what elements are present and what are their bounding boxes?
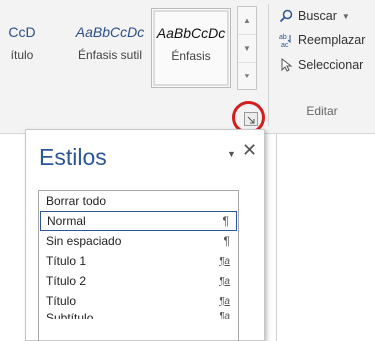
- linked-style-icon: ¶a: [219, 275, 230, 287]
- list-item[interactable]: Sin espaciado ¶: [39, 231, 238, 251]
- group-separator: [268, 4, 269, 126]
- pane-options-icon[interactable]: ▼: [227, 149, 236, 159]
- replace-icon: ab ac: [278, 32, 294, 48]
- style-label: Subtítulo: [46, 311, 94, 319]
- svg-text:ab: ab: [279, 34, 287, 41]
- list-item[interactable]: Subtítulo ¶a: [39, 311, 238, 319]
- select-button[interactable]: Seleccionar: [278, 55, 363, 75]
- linked-style-icon: ¶a: [219, 255, 230, 267]
- page-edge: [276, 134, 277, 341]
- style-sample: AaBbCcDc: [156, 25, 226, 41]
- close-icon[interactable]: ✕: [242, 140, 257, 161]
- replace-label: Reemplazar: [298, 33, 366, 47]
- search-button[interactable]: Buscar ▼: [278, 6, 350, 26]
- paragraph-icon: ¶: [222, 214, 229, 228]
- cursor-icon: [278, 57, 294, 73]
- editing-group-label: Editar: [306, 104, 338, 118]
- select-label: Seleccionar: [298, 58, 364, 72]
- styles-gallery: CcD ítulo AaBbCcDc Énfasis sutil AaBbCcD…: [0, 0, 262, 100]
- style-sample: CcD: [8, 24, 36, 40]
- styles-list: Borrar todo Normal ¶ Sin espaciado ¶ Tít…: [38, 190, 239, 341]
- styles-pane: Estilos ▼ ✕ Borrar todo Normal ¶ Sin esp…: [25, 129, 265, 341]
- style-label: Título 2: [46, 274, 87, 288]
- style-name: Énfasis sutil: [77, 48, 143, 62]
- style-tile-enfasis[interactable]: AaBbCcDc Énfasis: [151, 8, 231, 88]
- style-tile-titulo[interactable]: CcD ítulo: [0, 22, 56, 84]
- list-item[interactable]: Título 1 ¶a: [39, 251, 238, 271]
- list-item[interactable]: Normal ¶: [40, 211, 237, 231]
- list-item[interactable]: Título ¶a: [39, 291, 238, 311]
- ribbon: CcD ítulo AaBbCcDc Énfasis sutil AaBbCcD…: [0, 0, 375, 134]
- list-item[interactable]: Título 2 ¶a: [39, 271, 238, 291]
- style-label: Título: [46, 294, 77, 308]
- replace-button[interactable]: ab ac Reemplazar: [278, 30, 365, 50]
- style-label: Título 1: [46, 254, 87, 268]
- search-icon: [278, 8, 294, 24]
- style-label: Borrar todo: [46, 194, 107, 208]
- style-sample: AaBbCcDc: [75, 24, 145, 40]
- svg-text:ac: ac: [281, 42, 289, 48]
- style-name: Énfasis: [171, 49, 211, 63]
- paragraph-icon: ¶: [223, 234, 230, 248]
- gallery-scroll-down-icon[interactable]: ▼: [238, 35, 256, 63]
- gallery-scroll-up-icon[interactable]: ▲: [238, 7, 256, 35]
- word-window: CcD ítulo AaBbCcDc Énfasis sutil AaBbCcD…: [0, 0, 375, 341]
- gallery-more-icon[interactable]: ⯆: [238, 63, 256, 90]
- linked-style-icon: ¶a: [219, 295, 230, 307]
- linked-style-icon: ¶a: [219, 311, 230, 319]
- search-label: Buscar: [298, 9, 337, 23]
- gallery-scrollbar: ▲ ▼ ⯆: [237, 6, 257, 90]
- editing-group: Buscar ▼ ab ac Reemplazar Seleccionar Ed…: [272, 0, 375, 133]
- chevron-down-icon: ▼: [341, 11, 350, 21]
- list-item[interactable]: Borrar todo: [39, 191, 238, 211]
- style-label: Normal: [47, 214, 86, 228]
- pane-title: Estilos: [39, 144, 107, 170]
- style-tile-enfasis-sutil[interactable]: AaBbCcDc Énfasis sutil: [72, 22, 148, 84]
- style-name: ítulo: [10, 48, 34, 62]
- style-label: Sin espaciado: [46, 234, 122, 248]
